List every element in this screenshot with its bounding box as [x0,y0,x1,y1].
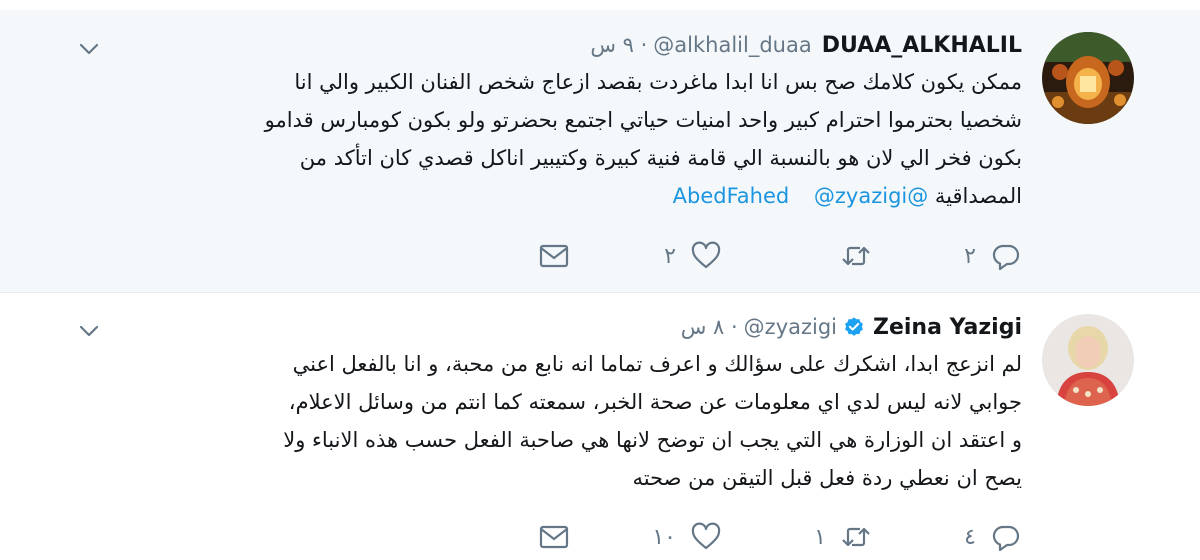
retweet-button[interactable]: ١ [814,520,872,554]
lantern-avatar-image [1042,32,1134,124]
user-handle[interactable]: @zyazigi [744,315,837,339]
reply-icon [992,244,1020,271]
avatar-duaa-alkhalil[interactable] [1042,32,1134,124]
display-name[interactable]: DUAA_ALKHALIL [822,33,1022,58]
retweet-icon [842,527,870,547]
tweet-timestamp[interactable]: · ٩ س [590,33,647,57]
tweet-header: · ٩ س @alkhalil_duaa DUAA_ALKHALIL [586,30,1022,60]
direct-message-button[interactable] [538,520,570,554]
direct-message-button[interactable] [538,239,570,273]
envelope-icon [539,244,569,268]
tweet-actions: ٢ ٢ [536,239,1022,273]
tweet-actions: ٤ ١ ١٠ [536,520,1022,554]
woman-portrait-avatar [1042,314,1134,406]
tweet-text: لم انزعج ابدا، اشكرك على سؤالك و اعرف تم… [80,345,1022,497]
display-name[interactable]: Zeina Yazigi [873,315,1022,340]
envelope-icon [539,525,569,549]
reply-icon [992,525,1020,552]
reply-button[interactable]: ٢ [964,239,1022,273]
reply-button[interactable]: ٤ [964,520,1022,554]
retweet-count: ١ [814,524,826,550]
tweet-text: ممكن يكون كلامك صح بس انا ابدا ماغردت بق… [80,63,1022,215]
tweet-timestamp[interactable]: · ٨ س [681,315,738,339]
retweet-icon [842,246,870,266]
tweet-text-line: شخصيا بحترموا احترام كبير واحد امنيات حي… [264,108,1022,132]
tweet-text-line: لم انزعج ابدا، اشكرك على سؤالك و اعرف تم… [292,352,1022,376]
tweet-header: · ٨ س @zyazigi Zeina Yazigi [677,312,1022,342]
tweet-text-line: و اعتقد ان الوزارة هي التي يجب ان توضح ل… [283,428,1022,452]
chevron-down-icon[interactable] [78,38,100,60]
tweet-text-line: يصح ان نعطي ردة فعل قبل التيقن من صحته [632,466,1022,490]
reply-count: ٤ [964,524,976,550]
tweet-text-line: ممكن يكون كلامك صح بس انا ابدا ماغردت بق… [294,70,1022,94]
user-handle[interactable]: @alkhalil_duaa [653,33,811,57]
mention-link[interactable]: @zyazigi [814,184,907,208]
tweet-text-line: بكون فخر الي لان هو بالنسبة الي قامة فني… [299,146,1022,170]
chevron-down-icon[interactable] [78,320,100,342]
tweet-text-line: المصداقية @AbedFahed @zyazigi [80,177,1022,215]
avatar-zeina-yazigi[interactable] [1042,314,1134,406]
retweet-button[interactable] [826,239,872,273]
like-count: ٢ [664,243,676,269]
like-button[interactable]: ٢ [664,239,722,273]
reply-count: ٢ [964,243,976,269]
tweet-text-line: جوابي لانه ليس لدي اي معلومات عن صحة الخ… [288,390,1022,414]
verified-badge-icon [845,317,863,336]
heart-icon [691,522,721,550]
like-button[interactable]: ١٠ [652,520,722,554]
heart-icon [691,241,721,269]
like-count: ١٠ [652,524,676,550]
tweet-text-word: المصداقية [934,184,1022,208]
